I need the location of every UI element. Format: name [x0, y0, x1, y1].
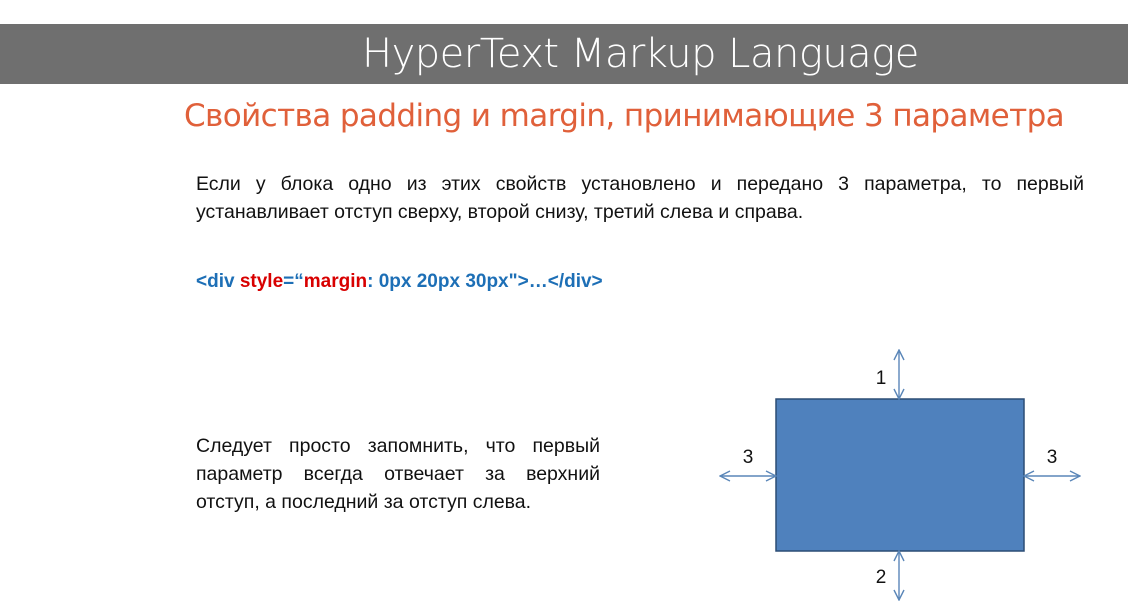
- label-top: 1: [876, 368, 887, 389]
- label-bottom: 2: [876, 567, 887, 588]
- margin-box: [775, 398, 1025, 552]
- label-left: 3: [743, 447, 754, 468]
- margin-diagram: 1 2 3 3: [0, 0, 1128, 612]
- label-right: 3: [1047, 447, 1058, 468]
